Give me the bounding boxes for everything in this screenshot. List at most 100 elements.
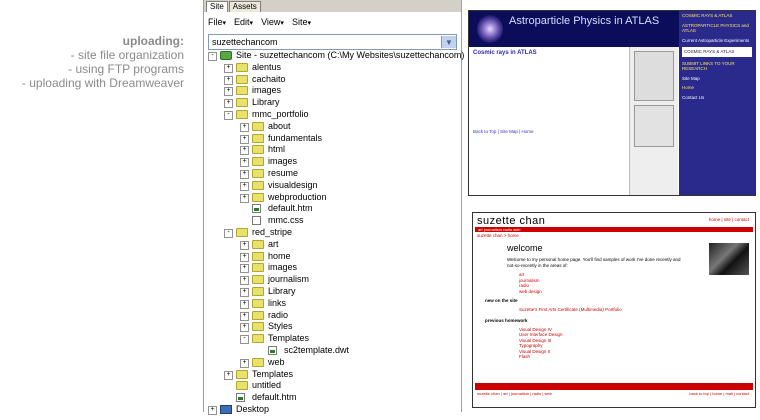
collapse-icon[interactable]: - xyxy=(208,52,217,61)
expand-icon[interactable]: + xyxy=(240,299,249,309)
tree-label: Templates xyxy=(252,368,294,379)
tree-row[interactable]: - mmc_portfolio xyxy=(204,109,461,121)
folder-icon xyxy=(236,62,248,72)
expand-icon[interactable]: + xyxy=(224,75,233,85)
expand-icon[interactable]: + xyxy=(208,405,217,415)
tree-row[interactable]: - Site - suzettechancom (C:\My Websites\s… xyxy=(204,50,464,62)
expand-icon[interactable]: + xyxy=(224,370,233,380)
s1-footer-link: Back to Top | Site Map | Home xyxy=(473,129,534,134)
tree-label: art xyxy=(268,238,279,249)
tree-row[interactable]: + images xyxy=(204,262,461,274)
menu-site[interactable]: Site▾ xyxy=(292,17,311,27)
tree-row[interactable]: - red_stripe xyxy=(204,227,461,239)
folder-icon xyxy=(252,275,264,285)
tab-site[interactable]: Site xyxy=(206,1,228,12)
expand-icon[interactable]: + xyxy=(240,323,249,333)
collapse-icon[interactable]: - xyxy=(240,335,249,345)
tree-row[interactable]: + images xyxy=(204,85,461,97)
expand-icon[interactable]: + xyxy=(224,99,233,109)
expand-icon[interactable]: + xyxy=(240,181,249,191)
menu-edit[interactable]: Edit▾ xyxy=(234,17,253,27)
tree-label: red_stripe xyxy=(252,226,293,237)
expand-icon[interactable]: + xyxy=(240,287,249,297)
expand-icon[interactable]: + xyxy=(240,134,249,144)
tree-row[interactable]: + resume xyxy=(204,168,461,180)
tree-label: mmc_portfolio xyxy=(252,108,309,119)
folder-icon xyxy=(252,168,264,178)
tree-label: web xyxy=(268,356,285,367)
s1-side-box: COSMIC RAYS & ATLAS xyxy=(682,47,752,57)
s1-side-item: COSMIC RAYS & ATLAS xyxy=(684,49,735,54)
tree-label: home xyxy=(268,250,291,261)
tree-row[interactable]: + art xyxy=(204,239,461,251)
folder-icon xyxy=(252,121,264,131)
tree-row[interactable]: + home xyxy=(204,251,461,263)
tree-row[interactable]: + webproduction xyxy=(204,192,461,204)
expand-icon[interactable]: + xyxy=(240,252,249,262)
desktop-icon xyxy=(220,404,232,414)
s2-name: suzette chan xyxy=(477,215,546,227)
menu-view[interactable]: View▾ xyxy=(261,17,284,27)
s2-intro: Welcome to my personal home page. You'll… xyxy=(507,257,681,268)
panel-tabs: Site Assets xyxy=(204,0,461,12)
expand-icon[interactable]: + xyxy=(224,87,233,97)
folder-icon xyxy=(236,109,248,119)
galaxy-image xyxy=(477,15,503,43)
tree-row[interactable]: + Library xyxy=(204,97,461,109)
tree-row[interactable]: + Styles xyxy=(204,321,461,333)
expand-icon[interactable]: + xyxy=(240,358,249,368)
s1-main: Cosmic rays in ATLAS xyxy=(473,50,623,59)
folder-icon xyxy=(252,157,264,167)
tree-row[interactable]: - Templates xyxy=(204,333,461,345)
expand-icon[interactable]: + xyxy=(240,311,249,321)
tab-assets[interactable]: Assets xyxy=(228,1,261,12)
folder-icon xyxy=(252,322,264,332)
expand-icon[interactable]: + xyxy=(240,122,249,132)
expand-icon[interactable]: + xyxy=(240,240,249,250)
folder-icon xyxy=(252,239,264,249)
collapse-icon[interactable]: - xyxy=(224,228,233,238)
expand-icon[interactable]: + xyxy=(240,193,249,203)
tree-label: Desktop xyxy=(236,403,270,414)
tree-row[interactable]: + cachaito xyxy=(204,74,461,86)
tree-row[interactable]: + html xyxy=(204,144,461,156)
tree-row[interactable]: + web xyxy=(204,357,461,369)
s2-toplinks: home | site | contact xyxy=(708,217,749,222)
panel-menubar: File▾ Edit▾ View▾ Site▾ xyxy=(204,12,461,32)
folder-icon xyxy=(236,74,248,84)
caption-line: - site file organization xyxy=(70,48,184,62)
tree-row[interactable]: sc2template.dwt xyxy=(204,345,461,357)
tree-row[interactable]: + about xyxy=(204,121,461,133)
tree-row[interactable]: untitled xyxy=(204,380,461,392)
tree-row[interactable]: + journalism xyxy=(204,274,461,286)
chevron-down-icon[interactable]: ▼ xyxy=(441,36,456,48)
tree-row[interactable]: + images xyxy=(204,156,461,168)
tree-row[interactable]: + Templates xyxy=(204,369,461,381)
tree-row[interactable]: + fundamentals xyxy=(204,133,461,145)
site-select[interactable]: suzettechancom ▼ xyxy=(208,34,457,50)
menu-file[interactable]: File▾ xyxy=(208,17,226,27)
tree-row[interactable]: + radio xyxy=(204,310,461,322)
tree-row[interactable]: + Library xyxy=(204,286,461,298)
tree-row[interactable]: mmc.css xyxy=(204,215,461,227)
tree-row[interactable]: default.htm xyxy=(204,392,461,404)
tree-label: images xyxy=(268,156,298,167)
tree-row[interactable]: + alentus xyxy=(204,62,461,74)
tree-label: images xyxy=(252,85,282,96)
expand-icon[interactable]: + xyxy=(240,276,249,286)
tree-row[interactable]: default.htm xyxy=(204,203,461,215)
expand-icon[interactable]: + xyxy=(240,146,249,156)
s1-side-item: Current Astroparticle Experiments xyxy=(682,37,750,43)
expand-icon[interactable]: + xyxy=(240,158,249,168)
tree-label: Library xyxy=(268,285,296,296)
expand-icon[interactable]: + xyxy=(224,63,233,73)
tree-label: webproduction xyxy=(268,191,327,202)
collapse-icon[interactable]: - xyxy=(224,110,233,120)
tree-row[interactable]: + visualdesign xyxy=(204,180,461,192)
expand-icon[interactable]: + xyxy=(240,264,249,274)
tree-row[interactable]: + Desktop xyxy=(204,404,461,416)
tree-row[interactable]: + links xyxy=(204,298,461,310)
folder-icon xyxy=(252,133,264,143)
expand-icon[interactable]: + xyxy=(240,169,249,179)
tree-label: Library xyxy=(252,97,280,108)
